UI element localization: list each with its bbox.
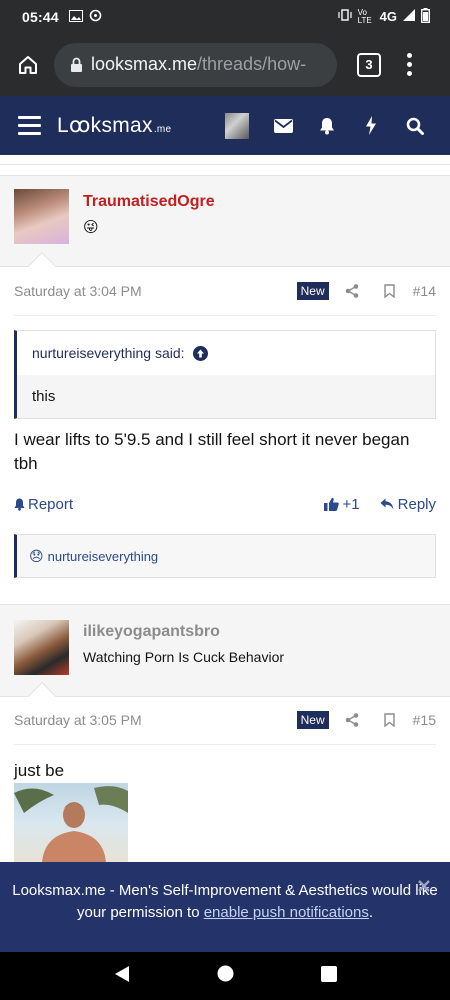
thumbs-up-icon: [323, 497, 339, 511]
gallery-icon: [68, 9, 83, 25]
post-user-block: TraumatisedOgre 😜: [0, 175, 450, 281]
username-link[interactable]: TraumatisedOgre: [83, 193, 215, 211]
new-badge: New: [296, 711, 329, 729]
quote-block: nurtureiseverything said: this: [14, 330, 436, 419]
user-avatar[interactable]: [14, 189, 69, 244]
battery-icon: [420, 7, 430, 26]
post-body: I wear lifts to 5'9.5 and I still feel s…: [14, 430, 410, 473]
quote-header[interactable]: nurtureiseverything said:: [17, 331, 435, 375]
like-count: +1: [342, 495, 360, 513]
username-link[interactable]: ilikeyogapantsbro: [83, 623, 220, 641]
reply-label: Reply: [397, 495, 436, 513]
post-date[interactable]: Saturday at 3:05 PM: [14, 712, 142, 728]
site-logo[interactable]: Lꝏksmax .me: [57, 113, 171, 138]
push-notification-banner: Looksmax.me - Men's Self-Improvement & A…: [0, 862, 450, 952]
reactions-bar[interactable]: 😞 nurtureiseverything: [14, 534, 436, 578]
hamburger-menu-icon[interactable]: [18, 116, 41, 135]
post-meta: Saturday at 3:05 PM New #15: [14, 705, 436, 735]
address-bar[interactable]: looksmax.me/threads/how-: [54, 42, 337, 87]
status-bar: 05:44 Vo LTE 4G: [0, 0, 450, 33]
reply-button[interactable]: Reply: [380, 496, 436, 513]
sad-reaction-emoji: 😞: [29, 547, 44, 564]
network-label: 4G: [379, 9, 397, 24]
header-underbar: [0, 155, 450, 165]
post-user-block: ilikeyogapantsbro Watching Porn Is Cuck …: [0, 604, 450, 711]
enable-push-link[interactable]: enable push notifications: [204, 904, 369, 921]
post-meta: Saturday at 3:04 PM New #14: [14, 276, 436, 306]
post-attached-image[interactable]: [14, 783, 128, 863]
back-icon[interactable]: [114, 965, 130, 988]
home-circle-icon[interactable]: [217, 965, 234, 987]
user-title: Watching Porn Is Cuck Behavior: [83, 649, 285, 665]
browser-menu-button[interactable]: [405, 53, 413, 76]
go-to-quote-arrow-icon[interactable]: [192, 345, 208, 361]
report-button[interactable]: Report: [14, 496, 73, 513]
post-number[interactable]: #14: [413, 283, 436, 299]
logo-text: Lꝏksmax: [57, 114, 153, 137]
like-button[interactable]: +1: [323, 495, 360, 513]
whats-new-bolt-icon[interactable]: [349, 116, 393, 135]
push-banner-suffix: .: [368, 904, 374, 921]
bookmark-icon[interactable]: [375, 713, 405, 727]
post-actions: Report +1 Reply: [14, 492, 436, 516]
search-icon[interactable]: [393, 116, 437, 135]
lock-icon: [70, 57, 83, 73]
url-domain: looksmax.me: [91, 54, 198, 74]
status-time: 05:44: [22, 8, 59, 25]
share-icon[interactable]: [337, 284, 367, 298]
home-button[interactable]: [8, 45, 48, 85]
recents-square-icon[interactable]: [320, 965, 337, 987]
meta-divider: [14, 744, 436, 745]
user-avatar[interactable]: [14, 620, 69, 675]
alerts-bell-icon[interactable]: [305, 116, 349, 135]
signal-icon: [403, 9, 415, 24]
browser-toolbar: looksmax.me/threads/how- 3: [0, 33, 450, 96]
user-title-emoji: 😜: [83, 219, 99, 236]
android-nav-bar: [0, 952, 450, 1000]
site-header: Lꝏksmax .me: [0, 96, 450, 155]
post-number[interactable]: #15: [413, 712, 436, 728]
vibrate-icon: [338, 8, 352, 25]
account-avatar[interactable]: [225, 112, 250, 139]
home-icon: [19, 55, 37, 74]
share-icon[interactable]: [337, 713, 367, 727]
new-badge: New: [296, 282, 329, 300]
post-date[interactable]: Saturday at 3:04 PM: [14, 283, 142, 299]
meta-divider: [14, 315, 436, 316]
reply-arrow-icon: [380, 498, 394, 510]
messages-envelope-icon[interactable]: [261, 116, 305, 135]
close-icon[interactable]: [418, 880, 430, 892]
reaction-user[interactable]: nurtureiseverything: [48, 549, 159, 564]
post-body: just be: [14, 761, 65, 780]
bookmark-icon[interactable]: [375, 284, 405, 298]
logo-suffix: .me: [153, 124, 172, 135]
sync-icon: [89, 9, 102, 25]
report-label: Report: [28, 495, 74, 513]
report-bell-icon: [14, 498, 25, 511]
quote-content: this: [17, 375, 435, 418]
url-path: /threads/how-: [197, 54, 307, 74]
volte-label: Vo LTE: [357, 7, 372, 25]
tab-switcher-button[interactable]: 3: [357, 52, 381, 77]
quote-author[interactable]: nurtureiseverything said:: [32, 345, 185, 361]
